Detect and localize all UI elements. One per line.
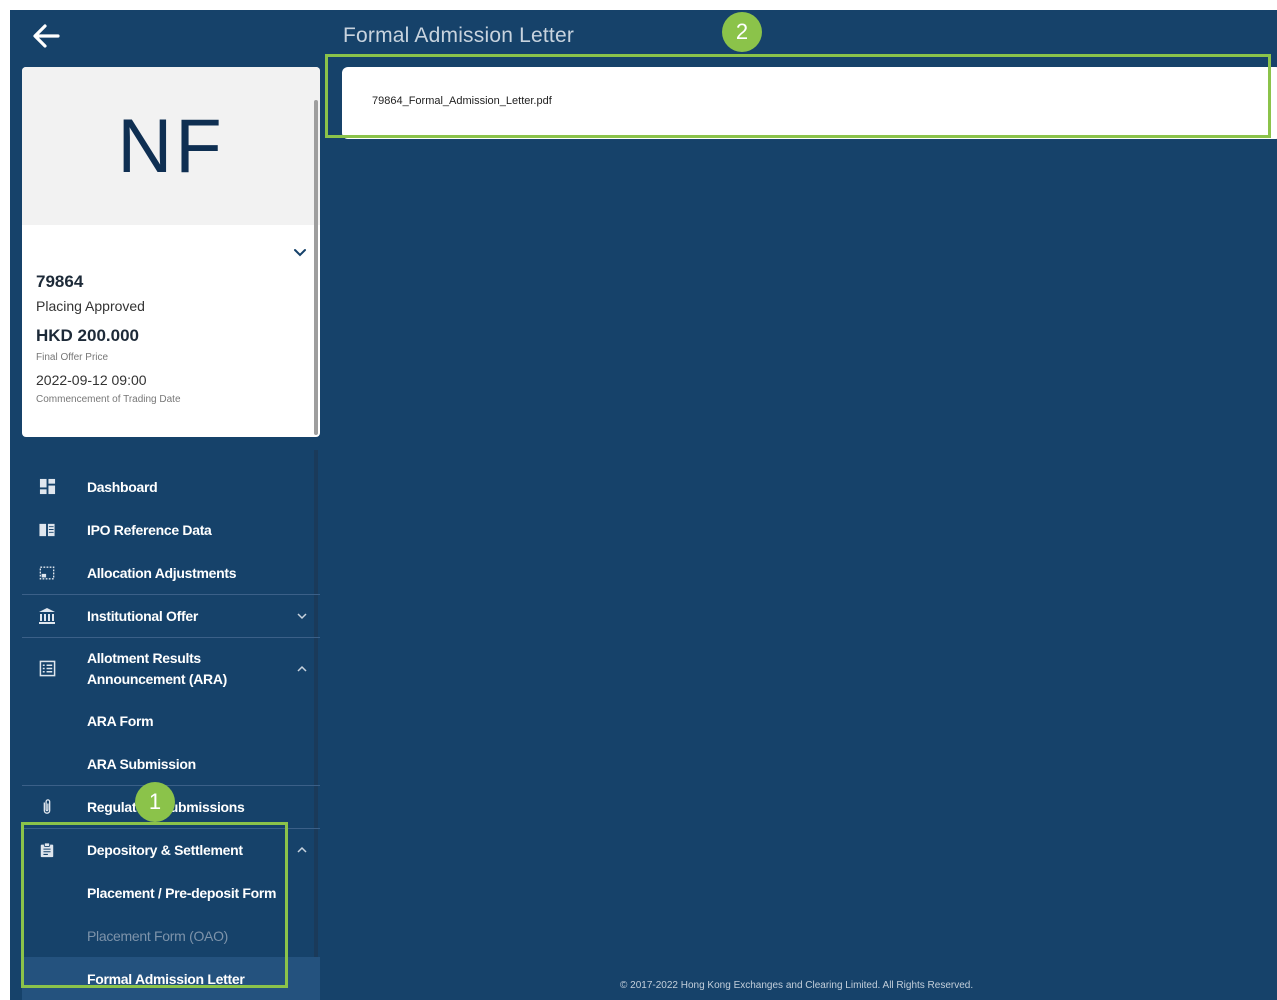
book-icon: [38, 521, 56, 539]
sidebar-item-label: Institutional Offer: [87, 608, 198, 624]
arrow-left-icon: [33, 24, 60, 48]
page-title: Formal Admission Letter: [343, 24, 575, 47]
avatar-initials: NF: [117, 103, 225, 189]
footer-copyright: © 2017-2022 Hong Kong Exchanges and Clea…: [620, 980, 974, 991]
stock-code: 79864: [36, 272, 84, 291]
chevron-up-icon: [297, 665, 307, 672]
final-offer-price: HKD 200.000: [36, 326, 140, 345]
avatar: NF: [22, 67, 320, 225]
sidebar-item-label: Dashboard: [87, 478, 158, 495]
sidebar-item-dashboard[interactable]: Dashboard: [22, 465, 320, 508]
step-badge-1: 1: [135, 782, 175, 822]
sidebar-item-ipo-reference-data[interactable]: IPO Reference Data: [22, 508, 320, 551]
adjust-frame-icon: [38, 564, 56, 582]
sidebar-item-institutional-offer[interactable]: Institutional Offer: [22, 594, 320, 637]
highlight-box-1: [21, 822, 288, 988]
step-badge-2: 2: [722, 12, 762, 52]
status-text: Placing Approved: [36, 298, 145, 314]
profile-card: NF 79864 Placing Approved HKD 200.000 Fi…: [22, 67, 320, 437]
sidebar-item-label-line1: Allotment Results: [87, 649, 201, 666]
sidebar-item-ara[interactable]: Allotment Results Announcement (ARA): [22, 637, 320, 699]
chevron-down-icon: [297, 613, 307, 620]
card-collapse-toggle[interactable]: [292, 245, 308, 261]
sidebar-item-label-line2: Announcement (ARA): [87, 670, 228, 687]
sidebar-item-label: IPO Reference Data: [87, 521, 212, 538]
sidebar-item-label: Allocation Adjustments: [87, 564, 237, 581]
sidebar-item-allocation-adjustments[interactable]: Allocation Adjustments: [22, 551, 320, 594]
sidebar-item-ara-submission[interactable]: ARA Submission: [22, 742, 320, 785]
final-offer-price-label: Final Offer Price: [36, 352, 109, 363]
dashboard-icon: [38, 478, 56, 496]
card-scrollbar[interactable]: [314, 100, 318, 435]
paperclip-icon: [38, 798, 56, 816]
bank-icon: [38, 607, 56, 625]
chevron-up-icon: [297, 846, 307, 853]
highlight-box-2: [325, 54, 1271, 138]
trading-date-label: Commencement of Trading Date: [36, 394, 181, 405]
sidebar-item-label: ARA Form: [87, 712, 154, 729]
list-icon: [38, 660, 56, 678]
sidebar-item-ara-form[interactable]: ARA Form: [22, 699, 320, 742]
trading-date: 2022-09-12 09:00: [36, 372, 147, 388]
chevron-down-icon: [294, 249, 306, 257]
sidebar-item-label: ARA Submission: [87, 755, 196, 772]
back-button[interactable]: [28, 18, 64, 54]
